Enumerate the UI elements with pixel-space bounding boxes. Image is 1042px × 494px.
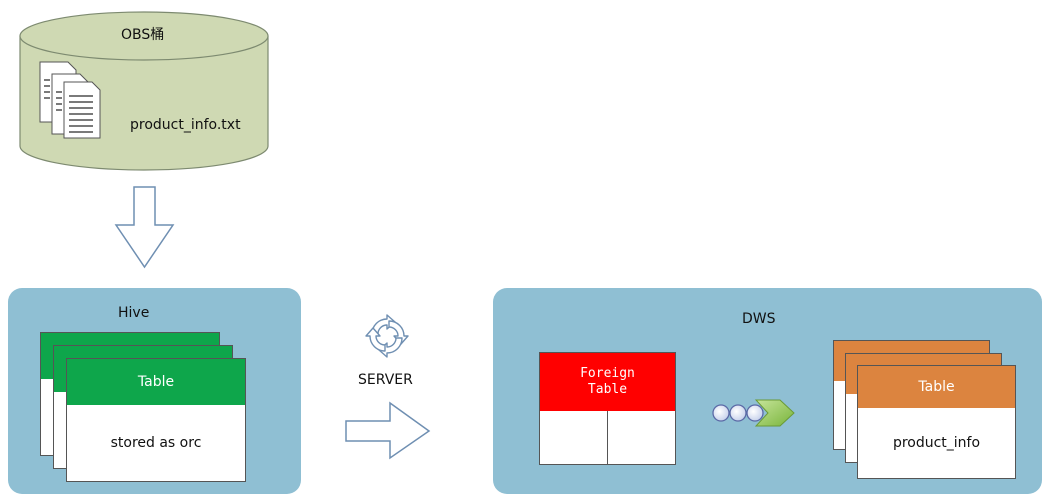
document-stack-icon (39, 61, 101, 139)
dws-table-body: product_info (892, 435, 981, 451)
hive-title: Hive (118, 305, 150, 321)
hive-table-card: Table stored as orc (66, 358, 246, 482)
dws-title: DWS (742, 311, 776, 327)
data-flow-icon (712, 399, 795, 427)
foreign-table-header: Foreign Table (540, 353, 675, 411)
foreign-table-label-line2: Table (587, 382, 628, 397)
sync-icon (365, 314, 409, 358)
hive-table-body: stored as orc (110, 435, 202, 451)
foreign-table-divider (607, 411, 608, 464)
hive-table-header: Table (67, 359, 245, 405)
server-label: SERVER (358, 372, 413, 388)
obs-file-name: product_info.txt (130, 117, 241, 133)
down-arrow-icon (114, 186, 175, 269)
foreign-table: Foreign Table (539, 352, 676, 465)
dws-table-header: Table (858, 366, 1015, 408)
dws-table-card: Table product_info (857, 365, 1016, 479)
right-arrow-icon (345, 401, 431, 460)
foreign-table-label-line1: Foreign (580, 366, 635, 381)
obs-bucket-title: OBS桶 (121, 27, 165, 43)
